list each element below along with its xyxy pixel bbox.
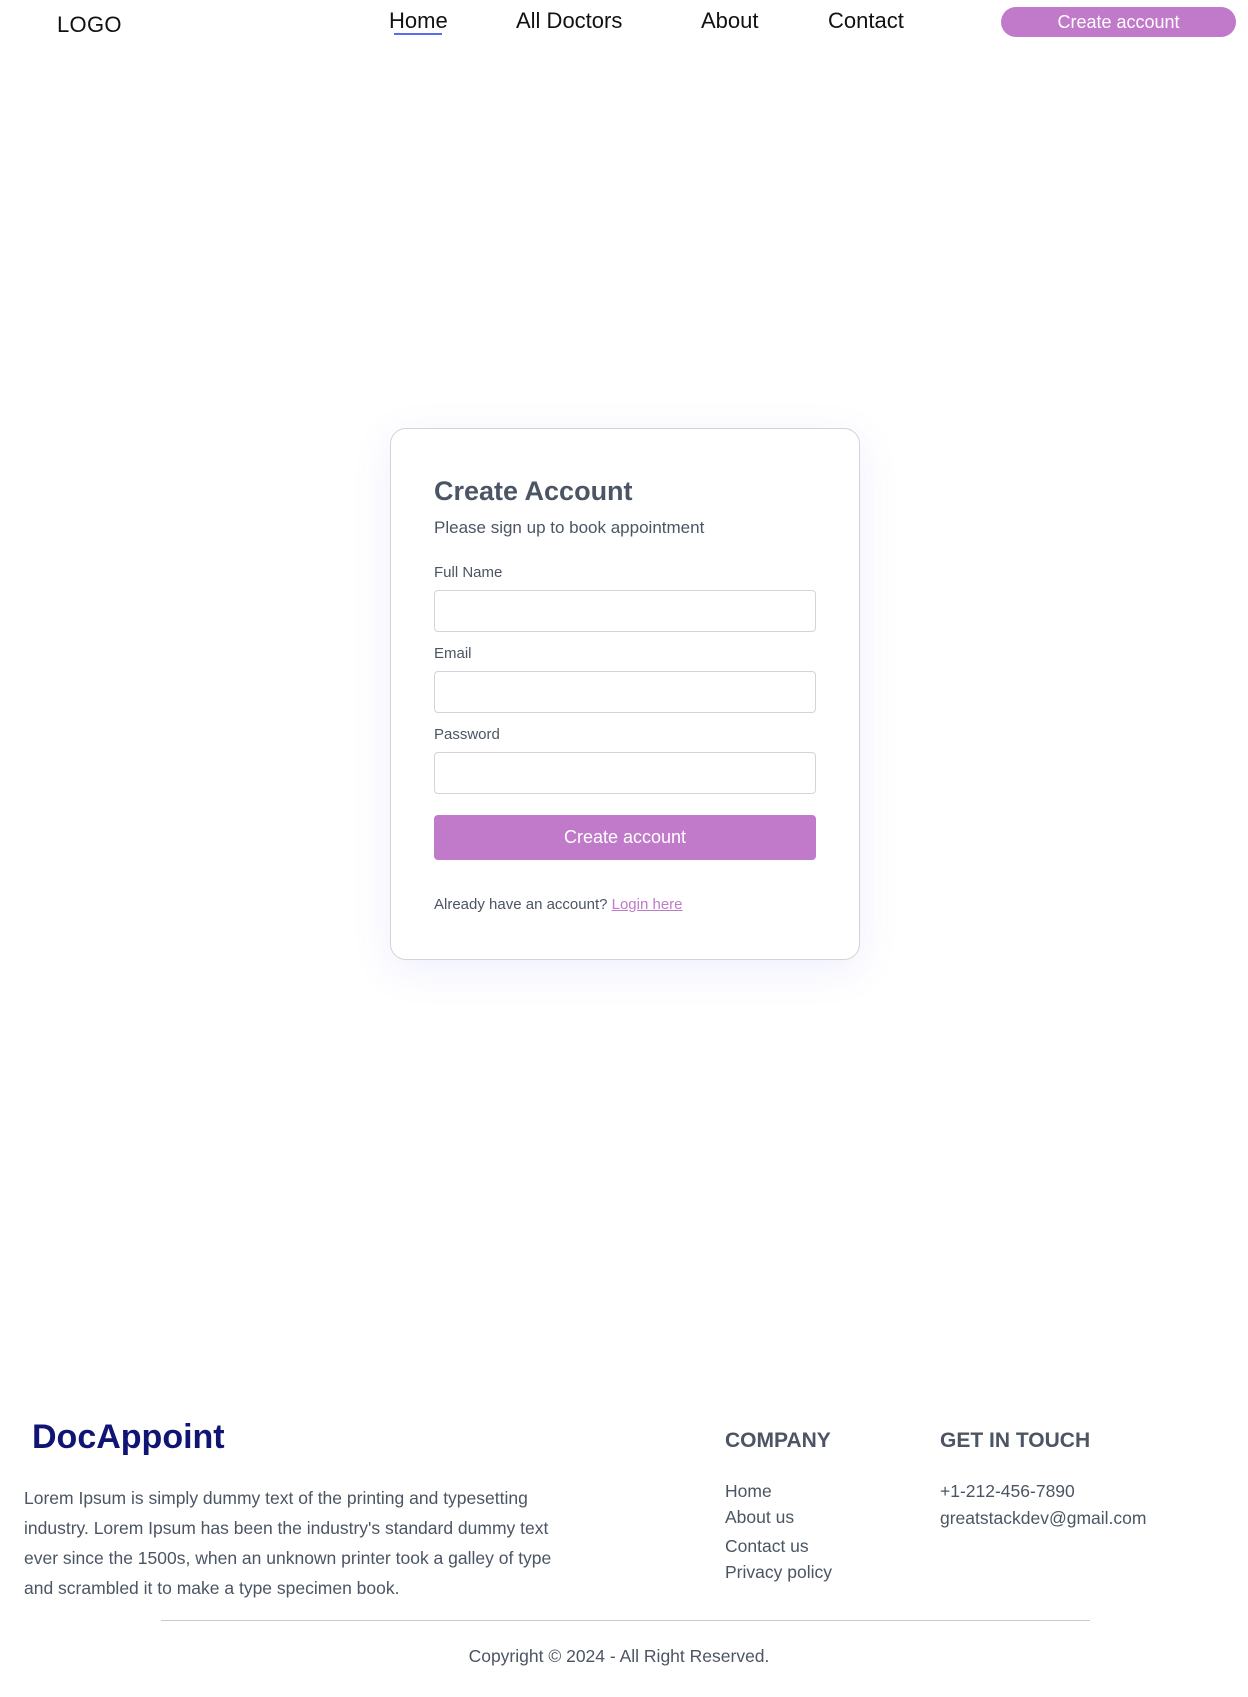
login-prompt-text: Already have an account? <box>434 896 608 913</box>
create-account-submit-button[interactable]: Create account <box>434 815 816 860</box>
password-input[interactable] <box>434 752 816 794</box>
footer-phone: +1-212-456-7890 <box>940 1481 1075 1501</box>
form-subtitle: Please sign up to book appointment <box>434 518 705 537</box>
nav-link-all-doctors[interactable]: All Doctors <box>516 8 622 34</box>
email-input[interactable] <box>434 671 816 713</box>
footer-brand: DocAppoint <box>32 1418 225 1456</box>
login-here-link[interactable]: Login here <box>612 896 683 913</box>
footer-link-contact-us[interactable]: Contact us <box>725 1536 809 1557</box>
active-nav-underline <box>394 33 442 35</box>
nav-link-contact[interactable]: Contact <box>828 8 904 34</box>
login-prompt: Already have an account? Login here <box>434 896 683 913</box>
password-label: Password <box>434 726 500 743</box>
nav-link-about[interactable]: About <box>701 8 759 34</box>
get-in-touch-heading: GET IN TOUCH <box>940 1429 1091 1452</box>
full-name-label: Full Name <box>434 564 503 581</box>
navbar: LOGO Home All Doctors About Contact Crea… <box>0 0 1248 50</box>
company-heading: COMPANY <box>725 1429 831 1452</box>
email-label: Email <box>434 645 472 662</box>
nav-link-home[interactable]: Home <box>389 8 448 34</box>
nav-create-account-button[interactable]: Create account <box>1001 7 1236 37</box>
footer-link-home[interactable]: Home <box>725 1481 772 1502</box>
signup-card: Create Account Please sign up to book ap… <box>390 428 860 960</box>
footer-divider <box>161 1620 1090 1621</box>
footer-about-text: Lorem Ipsum is simply dummy text of the … <box>24 1488 552 1598</box>
full-name-input[interactable] <box>434 590 816 632</box>
footer-link-privacy-policy[interactable]: Privacy policy <box>725 1562 832 1583</box>
copyright: Copyright © 2024 - All Right Reserved. <box>468 1646 770 1666</box>
footer-link-about-us[interactable]: About us <box>725 1507 794 1528</box>
form-title: Create Account <box>434 476 633 506</box>
logo[interactable]: LOGO <box>57 12 122 38</box>
footer-email: greatstackdev@gmail.com <box>940 1508 1147 1528</box>
